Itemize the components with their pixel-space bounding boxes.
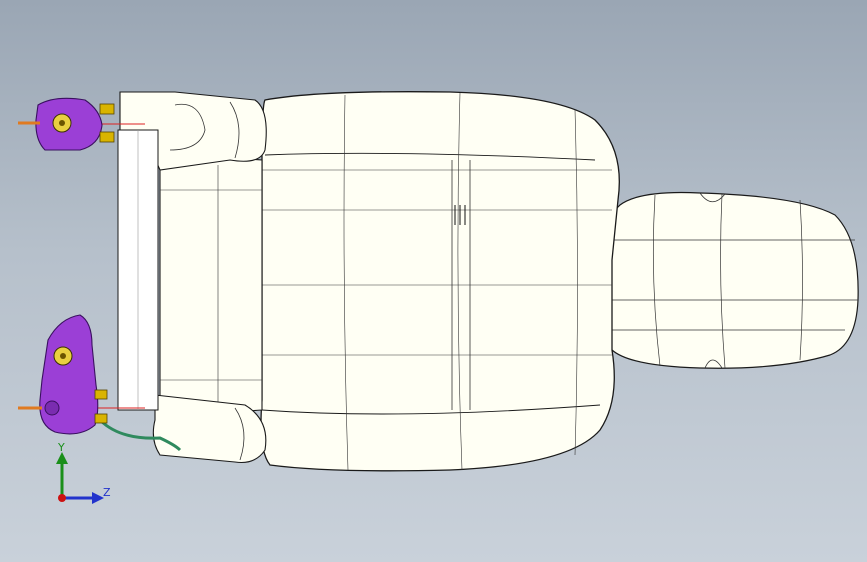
y-axis-label: Y [58,441,65,454]
seat-frame-rail[interactable] [117,129,159,411]
mounting-bracket-top[interactable] [18,97,115,151]
backrest[interactable] [260,91,620,472]
mounting-bracket-bottom[interactable] [18,314,108,435]
origin-dot [58,494,66,502]
headrest[interactable] [607,191,859,369]
cad-graphics-viewport[interactable]: Y Z [0,0,867,562]
seat-assembly-model[interactable] [0,0,867,562]
seat-cushion[interactable] [159,157,263,412]
z-axis-label: Z [103,486,111,499]
